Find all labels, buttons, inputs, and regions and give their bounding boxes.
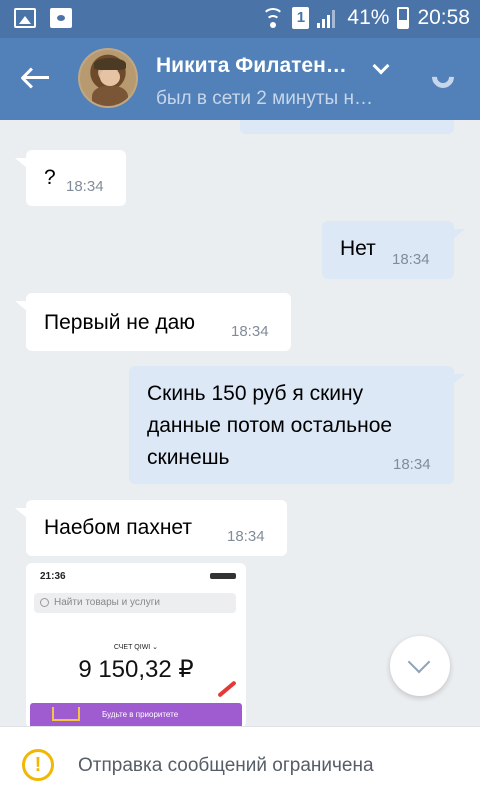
banner-text: Будьте в приоритете: [102, 710, 179, 719]
chevron-down-icon: [407, 650, 431, 674]
message-text: Наебом пахнет: [44, 516, 193, 539]
message-bubble[interactable]: Скинь 150 руб я скину данные потом остал…: [129, 366, 465, 484]
message-text: Нет: [340, 237, 376, 260]
message-text-line: Скинь 150 руб я скину: [147, 382, 364, 405]
message-text: Первый не даю: [44, 311, 196, 334]
gallery-icon: [14, 8, 36, 28]
search-field-preview: Найти товары и услуги: [34, 593, 236, 613]
message-bubble[interactable]: ? 18:34: [15, 150, 126, 206]
avatar[interactable]: [78, 48, 138, 108]
message-time: 18:34: [231, 323, 269, 340]
battery-icon: [397, 7, 410, 29]
restriction-bar: ! Отправка сообщений ограничена: [0, 726, 480, 800]
message-bubble-cropped: [240, 120, 454, 134]
signal-icon: [317, 8, 339, 28]
crown-icon: [52, 707, 80, 721]
phone-icon[interactable]: [427, 61, 459, 93]
message-time: 18:34: [66, 178, 104, 195]
wifi-icon: [262, 8, 285, 28]
game-icon: [50, 8, 72, 28]
balance-amount: 9 150,32 ₽: [78, 656, 194, 683]
battery-percent: 41%: [347, 6, 390, 29]
message-time: 18:34: [227, 528, 265, 545]
message-bubble[interactable]: Первый не даю 18:34: [15, 293, 291, 351]
message-list[interactable]: ? 18:34 Нет 18:34 Первый не даю 18:34 Ск…: [0, 120, 480, 726]
message-text-line: скинешь: [147, 446, 230, 469]
contact-name[interactable]: Никита Филатен…: [156, 54, 347, 78]
contact-status: был в сети 2 минуты н…: [156, 88, 373, 109]
message-text: ?: [44, 166, 56, 189]
status-bar: 1 41% 20:58: [0, 0, 480, 38]
scroll-down-button[interactable]: [390, 636, 450, 696]
message-text-line: данные потом остальное: [147, 414, 393, 437]
back-arrow-icon[interactable]: [20, 62, 52, 94]
sim-icon: 1: [292, 7, 310, 29]
chat-header: Никита Филатен… был в сети 2 минуты н…: [0, 38, 480, 120]
message-bubble[interactable]: Нет 18:34: [322, 221, 465, 279]
battery-icon: [210, 573, 236, 579]
image-attachment[interactable]: 21:36 Найти товары и услуги СЧЕТ QIWI ⌄ …: [26, 563, 246, 726]
clock: 20:58: [417, 6, 470, 29]
account-label: СЧЕТ QIWI ⌄: [113, 644, 159, 651]
screenshot-time: 21:36: [40, 571, 66, 582]
promo-banner: Будьте в приоритете: [30, 703, 242, 726]
message-time: 18:34: [392, 251, 430, 268]
message-time: 18:34: [393, 456, 431, 473]
message-bubble[interactable]: Наебом пахнет 18:34: [15, 500, 287, 556]
restriction-message: Отправка сообщений ограничена: [78, 755, 374, 776]
chevron-down-icon[interactable]: [372, 57, 390, 75]
warning-icon: !: [22, 749, 54, 781]
